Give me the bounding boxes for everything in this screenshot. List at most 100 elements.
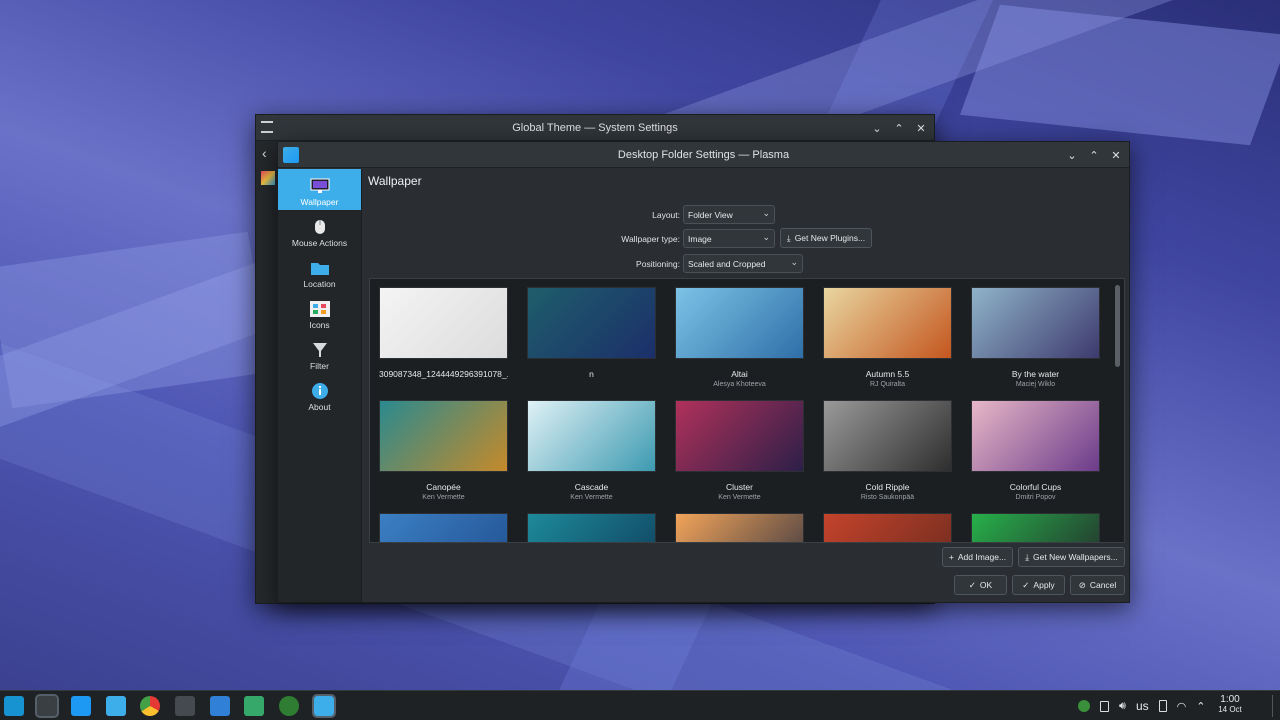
scrollbar[interactable]: [1115, 285, 1120, 367]
wallpaper-title: Canopée: [426, 482, 461, 492]
wallpaper-tile[interactable]: Colorful Cups Dmitri Popov: [971, 400, 1100, 501]
ok-label: OK: [979, 580, 993, 590]
wallpaper-tile[interactable]: Altai Alesya Khoteeva: [675, 287, 804, 388]
chevron-up-icon[interactable]: ⌃: [892, 121, 906, 135]
check-icon: ✓: [968, 579, 976, 590]
vscode-icon[interactable]: [210, 696, 230, 716]
positioning-label: Positioning:: [636, 259, 680, 269]
wallpaper-tile[interactable]: Cluster Ken Vermette: [675, 400, 804, 501]
wallpaper-thumbnail: [823, 287, 952, 359]
steam-icon[interactable]: [279, 696, 299, 716]
wallpaper-tile[interactable]: By the water Maciej Wiklo: [971, 287, 1100, 388]
clipboard-icon[interactable]: [1100, 700, 1109, 712]
get-new-wallpapers-button[interactable]: ⤓ Get New Wallpapers...: [1018, 547, 1125, 567]
info-icon: [310, 383, 330, 399]
chevron-down-icon[interactable]: ⌄: [1065, 148, 1079, 162]
wallpaper-thumbnail: [823, 513, 952, 542]
sidebar-item-filter[interactable]: Filter: [278, 333, 361, 374]
files-icon[interactable]: [106, 696, 126, 716]
system-tray: 🔊︎ us ◠ ⌃: [1078, 691, 1205, 720]
steam-tray-icon[interactable]: [1078, 700, 1090, 712]
wallpaper-title: Cluster: [726, 482, 753, 492]
folder-icon: [310, 260, 330, 276]
clock-time: 1:00: [1220, 694, 1240, 705]
sidebar-item-label: Filter: [310, 361, 329, 371]
sidebar-item-location[interactable]: Location: [278, 251, 361, 292]
cancel-button[interactable]: ⊘ Cancel: [1070, 575, 1125, 595]
layout-combo[interactable]: Folder View ⌄: [683, 205, 775, 224]
wallpaper-tile[interactable]: 309087348_1244449296391078_...: [379, 287, 508, 379]
dialog-titlebar[interactable]: Desktop Folder Settings — Plasma ⌄ ⌃ ✕: [278, 142, 1129, 168]
wallpaper-author: Maciej Wiklo: [1015, 381, 1056, 388]
sidebar-item-about[interactable]: About: [278, 374, 361, 415]
cancel-icon: ⊘: [1078, 579, 1086, 590]
wallpaper-thumbnail: [527, 400, 656, 472]
image-viewer-icon[interactable]: [244, 696, 264, 716]
sidebar-item-icons[interactable]: Icons: [278, 292, 361, 333]
add-image-button[interactable]: + Add Image...: [942, 547, 1013, 567]
wallpaper-thumbnail: [527, 287, 656, 359]
settings-menu-icon[interactable]: [261, 121, 273, 133]
wallpaper-tile[interactable]: Cascade Ken Vermette: [527, 400, 656, 501]
chevron-down-icon[interactable]: ⌄: [870, 121, 884, 135]
wallpaper-tile[interactable]: [527, 513, 656, 542]
wallpaper-tile[interactable]: Autumn 5.5 RJ Quiralta: [823, 287, 952, 388]
sidebar-item-mouse-actions[interactable]: Mouse Actions: [278, 210, 361, 251]
positioning-value: Scaled and Cropped: [688, 258, 766, 269]
wallpaper-tile[interactable]: Canopée Ken Vermette: [379, 400, 508, 501]
sidebar-item-label: Icons: [309, 320, 330, 330]
system-settings-icon[interactable]: [35, 694, 59, 718]
wallpaper-type-combo[interactable]: Image ⌄: [683, 229, 775, 248]
wallpaper-thumbnail: [675, 400, 804, 472]
mouse-icon: [310, 219, 330, 235]
wallpaper-tile[interactable]: n: [527, 287, 656, 379]
wallpaper-tile[interactable]: [823, 513, 952, 542]
wallpaper-tile[interactable]: [675, 513, 804, 542]
wallpaper-thumbnail: [823, 400, 952, 472]
wallpaper-author: RJ Quiralta: [869, 381, 905, 388]
sidebar-item-label: Wallpaper: [300, 197, 339, 207]
apply-button[interactable]: ✓ Apply: [1012, 575, 1065, 595]
chevron-up-icon[interactable]: ⌃: [1196, 700, 1205, 713]
layout-value: Folder View: [688, 209, 733, 220]
sidebar-item-wallpaper[interactable]: Wallpaper: [278, 169, 361, 210]
chrome-icon[interactable]: [140, 696, 160, 716]
wallpaper-thumbnail: [379, 287, 508, 359]
wallpaper-thumbnail: [675, 287, 804, 359]
cancel-label: Cancel: [1089, 580, 1117, 590]
chevron-down-icon: ⌄: [762, 232, 770, 242]
wifi-icon[interactable]: ◠: [1177, 700, 1187, 713]
plasma-settings-icon[interactable]: [312, 694, 336, 718]
plasma-app-icon: [283, 147, 299, 163]
show-desktop-button[interactable]: [1272, 695, 1278, 717]
ok-button[interactable]: ✓ OK: [954, 575, 1007, 595]
wallpaper-tile[interactable]: [971, 513, 1100, 542]
wallpaper-thumbnail: [675, 513, 804, 542]
chevron-up-icon[interactable]: ⌃: [1087, 148, 1101, 162]
terminal-icon[interactable]: [175, 696, 195, 716]
volume-icon[interactable]: 🔊︎: [1119, 700, 1126, 713]
wallpaper-author: Alesya Khoteeva: [713, 381, 766, 388]
wallpaper-title: Cascade: [574, 482, 609, 492]
sidebar-item-label: About: [308, 402, 331, 412]
launcher-icon[interactable]: [4, 696, 24, 716]
wallpaper-thumbnail: [971, 400, 1100, 472]
wallpaper-title: Cold Ripple: [865, 482, 910, 492]
close-icon[interactable]: ✕: [914, 121, 928, 135]
sidebar-item-label: Mouse Actions: [291, 238, 348, 248]
download-icon: ⤓: [1025, 551, 1030, 562]
system-settings-title: Global Theme — System Settings: [512, 121, 678, 134]
battery-icon[interactable]: [1158, 700, 1167, 712]
add-image-label: Add Image...: [957, 552, 1007, 562]
store-icon[interactable]: [71, 696, 91, 716]
close-icon[interactable]: ✕: [1109, 148, 1123, 162]
wallpaper-tile[interactable]: Cold Ripple Risto Saukonpää: [823, 400, 952, 501]
keyboard-layout[interactable]: us: [1136, 699, 1149, 713]
wallpaper-tile[interactable]: [379, 513, 508, 542]
positioning-combo[interactable]: Scaled and Cropped ⌄: [683, 254, 803, 273]
clock[interactable]: 1:00 14 Oct: [1214, 695, 1246, 715]
wallpaper-title: n: [589, 369, 594, 379]
back-button[interactable]: ‹: [262, 145, 267, 161]
get-new-plugins-button[interactable]: ⤓ Get New Plugins...: [780, 228, 872, 248]
system-settings-titlebar[interactable]: Global Theme — System Settings ⌄ ⌃ ✕: [256, 115, 934, 141]
